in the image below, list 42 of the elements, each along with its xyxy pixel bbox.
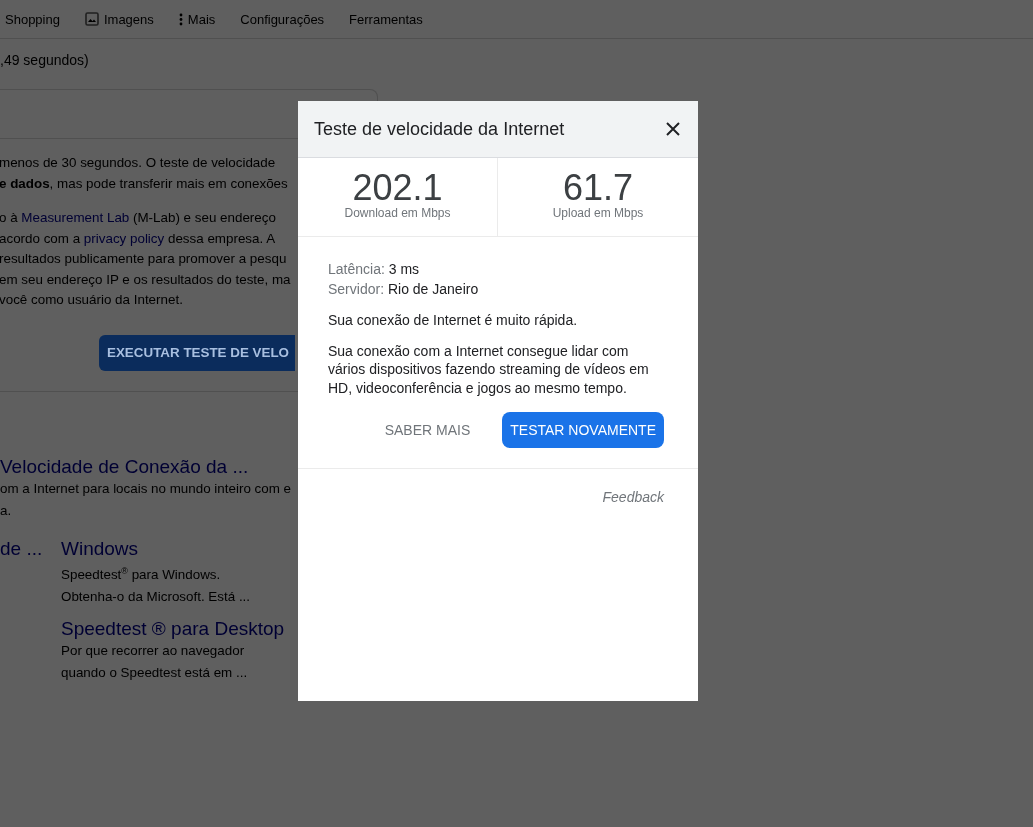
link[interactable]: privacy policy [83,230,165,246]
image-icon [84,12,99,26]
learn-more-button[interactable]: SABER MAIS [376,412,479,448]
more-icon [178,12,183,26]
detail-value: 3 ms [388,261,420,277]
result-title-link[interactable]: Velocidade de Conexão da ... [0,455,249,478]
verdict-text: Sua conexão de Internet é muito rápida. [328,311,579,330]
detail-value: Rio de Janeiro [387,281,479,297]
result-snippet: om a Internet para locais no mundo inteiro com e [0,479,292,498]
detail-label: Servidor: [328,281,385,297]
detail-label: Latência: [328,261,385,277]
speed-value: 61.7 [562,170,634,206]
sitelink-snippet: Speedtest$^{®}$ para Windows. [61,564,221,584]
paragraph-line: o à Measurement Lab (M-Lab) e seu endereço [0,209,276,227]
sitelink-title[interactable]: de ... [0,537,43,560]
feedback-link[interactable]: Feedback [602,489,664,505]
sitelink-title[interactable]: Speedtest ® para Desktop [61,617,285,640]
paragraph-line: resultados publicamente para promover a pesqu [0,250,287,268]
sitelink-snippet: Obtenha-o da Microsoft. Está ... [61,587,251,606]
nav-tab[interactable]: Mais [178,11,216,27]
paragraph-line: menos de 30 segundos. O teste de velocidade [0,154,276,172]
paragraph-line: em seu endereço IP e os resultados do teste, ma [0,270,291,289]
sitelink-snippet: quando o Speedtest está em ... [61,663,248,682]
speed-label: Download em Mbps [344,206,451,220]
paragraph-line: e dados, mas pode transferir mais em conexões [0,174,288,193]
dialog-title: Teste de velocidade da Internet [314,118,565,140]
sitelink-snippet: Por que recorrer ao navegador [61,641,245,660]
run-test-button[interactable]: EXECUTAR TESTE DE VELO [99,334,295,371]
nav-tab[interactable]: Configurações [240,11,325,27]
test-again-button[interactable]: TESTAR NOVAMENTE [502,412,664,448]
description-text: Sua conexão com a Internet consegue lidar com vários dispositivos fazendo streaming de vídeos em HD, videoconferência e jogos ao mesmo tempo. [328,341,650,397]
result-snippet: a. [0,501,12,520]
result-stats: ,49 segundos) [0,52,89,68]
speed-value: 202.1 [352,170,443,206]
sitelink-title[interactable]: Windows [61,537,139,560]
paragraph-line: acordo com a privacy policy dessa empresa. A [0,229,276,248]
nav-tab[interactable]: Shopping [5,11,60,27]
nav-tab[interactable]: Ferramentas [349,11,423,27]
close-icon[interactable] [664,120,682,138]
link[interactable]: Measurement Lab [21,210,130,225]
nav-tab[interactable]: Imagens [84,11,154,27]
speed-label: Upload em Mbps [552,206,644,220]
